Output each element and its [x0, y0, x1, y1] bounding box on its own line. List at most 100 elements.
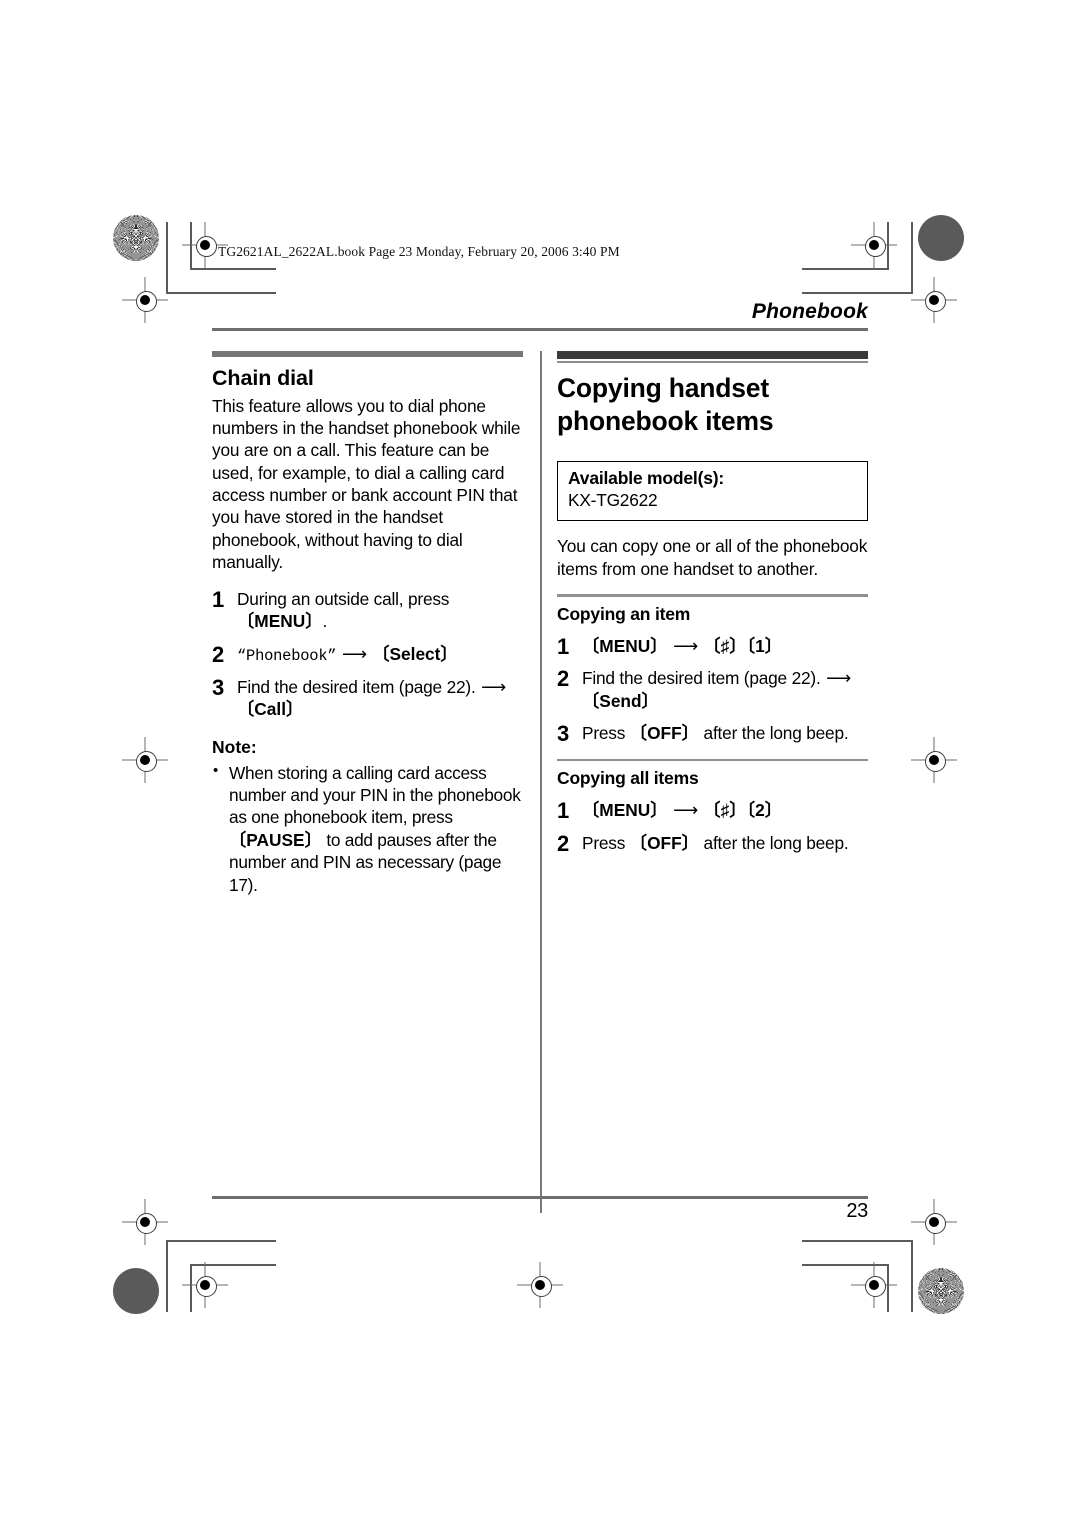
running-head-rule [212, 328, 868, 331]
registration-solid-circle-top-right [918, 215, 964, 261]
key-hash: 〔♯〕 [703, 635, 747, 656]
key-off: 〔OFF〕 [629, 832, 699, 853]
crop-line [911, 222, 913, 294]
crop-line [887, 1264, 889, 1312]
crop-line [802, 1264, 888, 1266]
key-menu: 〔MENU〕 [582, 635, 668, 656]
running-head: Phonebook [751, 300, 868, 323]
copying-all-items-steps: 1 〔MENU〕 ⟶ 〔♯〕〔2〕 2 Press 〔OFF〕 after the … [557, 798, 868, 856]
step-number: 2 [212, 641, 225, 667]
chain-dial-intro: This feature allows you to dial phone nu… [212, 395, 521, 573]
step-text-tail: . [322, 611, 328, 632]
note-heading: Note: [212, 736, 257, 757]
step-item: 2 Find the desired item (page 22). ⟶ 〔Sen… [557, 666, 868, 712]
display-text-phonebook: “Phonebook” [237, 646, 337, 665]
file-stamp: TG2621AL_2622AL.book Page 23 Monday, Feb… [218, 244, 620, 259]
crop-line [190, 268, 276, 270]
column-gutter [523, 350, 557, 1213]
step-text: Press [582, 723, 630, 744]
copying-section-rule-thin [557, 360, 868, 363]
key-send: 〔Send〕 [582, 690, 659, 711]
key-off: 〔OFF〕 [629, 723, 699, 744]
step-number: 3 [212, 674, 225, 700]
copying-handset-heading: Copying handset phonebook items [557, 372, 774, 437]
key-hash: 〔♯〕 [703, 800, 747, 821]
crop-line [166, 292, 276, 294]
crop-line [802, 1240, 912, 1242]
two-column-body: Chain dial This feature allows you to di… [212, 350, 868, 1213]
crop-line [190, 1264, 192, 1312]
step-number: 3 [557, 721, 570, 747]
arrow-icon: ⟶ [342, 643, 367, 664]
step-item: 1 〔MENU〕 ⟶ 〔♯〕〔1〕 [557, 634, 868, 659]
registration-mark-bottom-left-inner [182, 1262, 228, 1308]
registration-mark-bottom-center [517, 1262, 563, 1308]
note-list: When storing a calling card access numbe… [212, 761, 523, 896]
registration-burst-circle-top-left [113, 215, 159, 261]
copying-intro: You can copy one or all of the phonebook… [557, 536, 868, 579]
step-number: 2 [557, 830, 570, 856]
step-text: Find the desired item (page 22). [582, 668, 826, 689]
crop-line [166, 1240, 168, 1312]
key-digit-1: 〔1〕 [746, 635, 783, 656]
arrow-icon: ⟶ [673, 800, 698, 821]
crop-line [166, 222, 168, 294]
key-call: 〔Call〕 [237, 699, 304, 720]
step-item: 2 “Phonebook” ⟶ 〔Select〕 [212, 642, 523, 667]
step-item: 1 〔MENU〕 ⟶ 〔♯〕〔2〕 [557, 798, 868, 823]
crop-line [166, 1240, 276, 1242]
arrow-icon: ⟶ [826, 668, 851, 689]
page-number: 23 [846, 1200, 868, 1222]
step-item: 3 Press 〔OFF〕 after the long beep. [557, 721, 868, 746]
step-text: Find the desired item (page 22). [237, 676, 481, 697]
left-column: Chain dial This feature allows you to di… [212, 350, 523, 896]
column-divider-rule [540, 350, 542, 1213]
note-text-part1: When storing a calling card access numbe… [229, 762, 521, 828]
registration-mark-lower-right [911, 1199, 957, 1245]
registration-mark-mid-right [911, 737, 957, 783]
note-item: When storing a calling card access numbe… [212, 761, 523, 896]
registration-mark-lower-left [122, 1199, 168, 1245]
registration-mark-upper-right [911, 277, 957, 323]
step-number: 1 [212, 586, 225, 612]
crop-line [802, 268, 888, 270]
crop-line [911, 1240, 913, 1312]
step-item: 1 During an outside call, press 〔MENU〕. [212, 586, 523, 633]
step-number: 2 [557, 666, 570, 692]
page-content: Phonebook Chain dial This feature allows… [212, 300, 868, 1213]
step-item: 3 Find the desired item (page 22). ⟶ 〔Cal… [212, 674, 523, 721]
step-item: 2 Press 〔OFF〕 after the long beep. [557, 831, 868, 856]
copying-section-rule-thick [557, 350, 868, 359]
arrow-icon: ⟶ [481, 676, 506, 697]
registration-mark-upper-left [122, 277, 168, 323]
copying-an-item-steps: 1 〔MENU〕 ⟶ 〔♯〕〔1〕 2 Find the desired item … [557, 634, 868, 746]
available-models-box: Available model(s): KX-TG2622 [557, 461, 868, 522]
copying-all-items-heading: Copying all items [557, 768, 699, 789]
copying-all-items-rule [557, 758, 868, 762]
crop-line [887, 222, 889, 270]
chain-dial-heading: Chain dial [212, 365, 314, 390]
registration-solid-circle-bottom-left [113, 1268, 159, 1314]
key-select: 〔Select〕 [372, 643, 458, 664]
chain-dial-steps: 1 During an outside call, press 〔MENU〕. 2… [212, 586, 523, 721]
available-models-value: KX-TG2622 [568, 490, 658, 511]
step-text: Press [582, 832, 630, 853]
key-menu: 〔MENU〕 [582, 800, 668, 821]
step-number: 1 [557, 798, 570, 824]
step-text-tail: after the long beep. [698, 723, 849, 744]
crop-line [190, 1264, 276, 1266]
registration-mark-top-right-inner [851, 222, 897, 268]
copying-an-item-rule [557, 594, 868, 597]
registration-burst-circle-bottom-right [918, 1268, 964, 1314]
key-digit-2: 〔2〕 [746, 800, 783, 821]
step-text-tail: after the long beep. [698, 832, 849, 853]
copying-an-item-heading: Copying an item [557, 603, 691, 624]
step-number: 1 [557, 633, 570, 659]
chain-dial-section-rule [212, 350, 523, 357]
footer-rule [212, 1196, 868, 1199]
key-pause: 〔PAUSE〕 [229, 829, 322, 850]
crop-line [802, 292, 912, 294]
key-menu: 〔MENU〕 [237, 611, 323, 632]
registration-mark-bottom-right-inner [851, 1262, 897, 1308]
right-column: Copying handset phonebook items Availabl… [557, 350, 868, 896]
